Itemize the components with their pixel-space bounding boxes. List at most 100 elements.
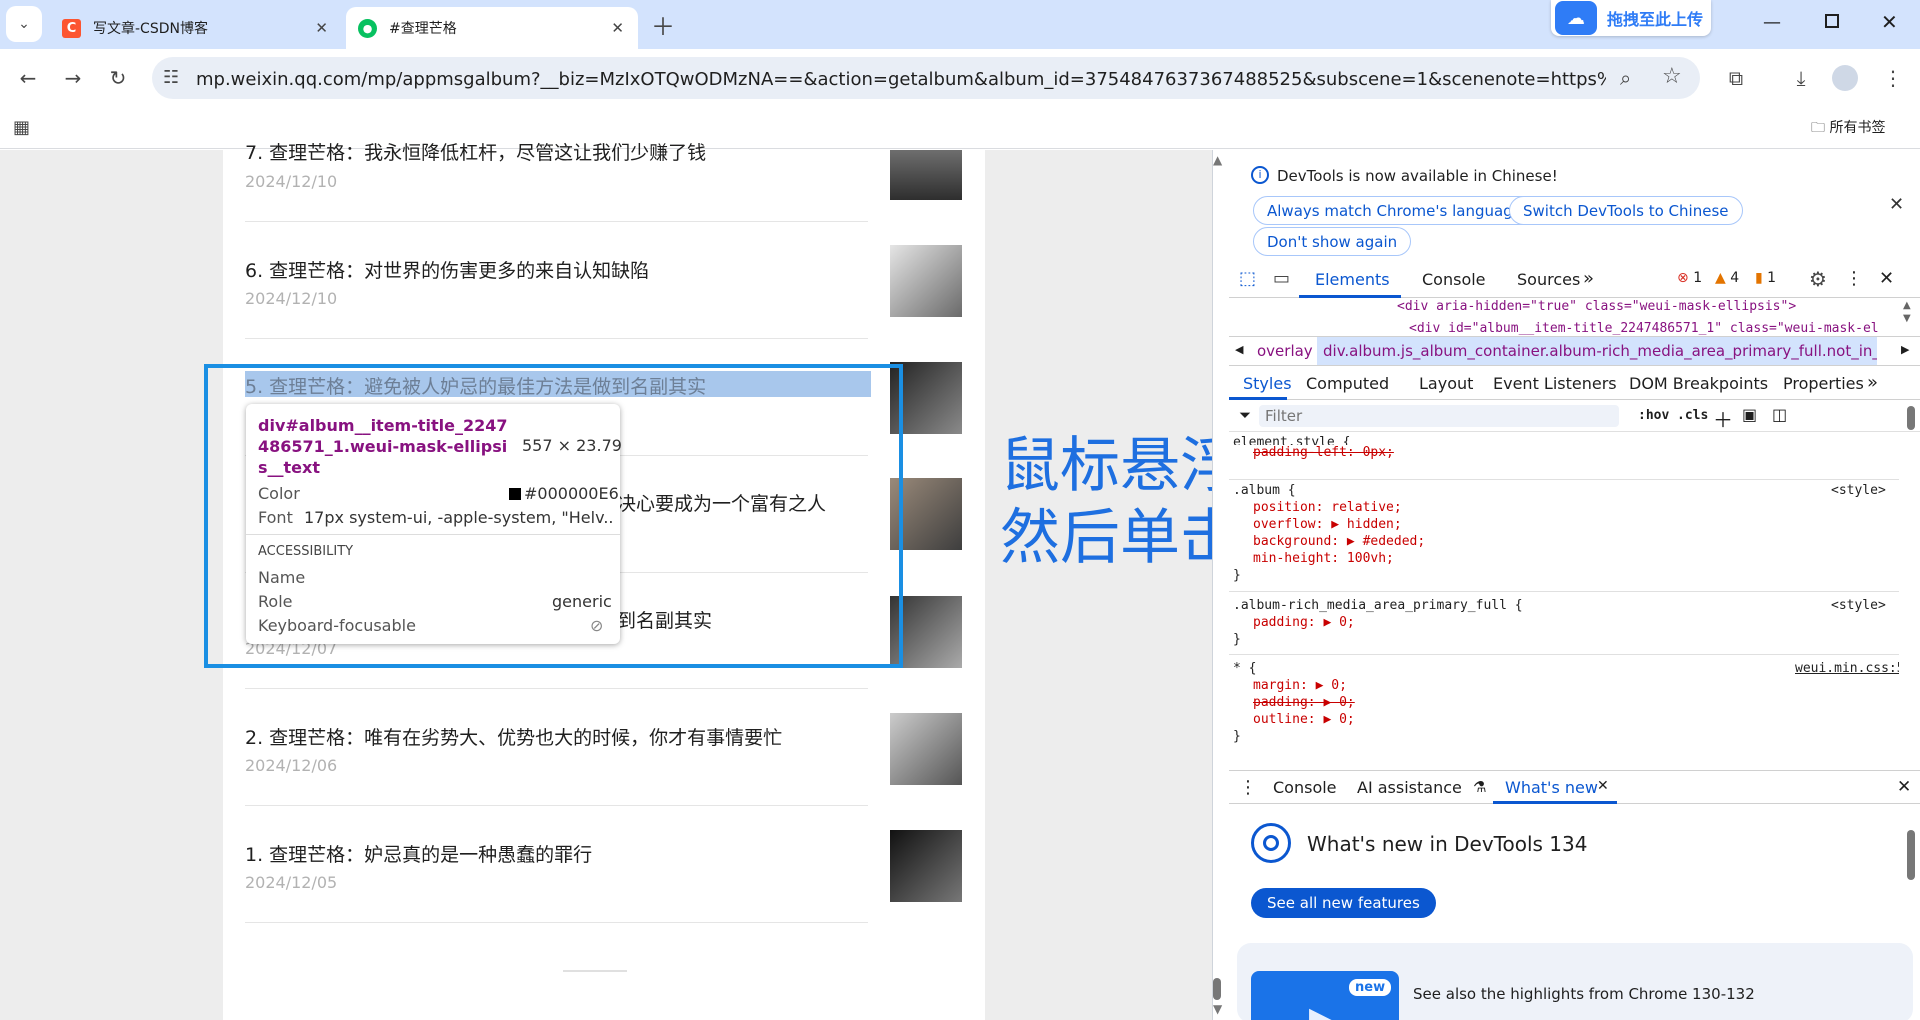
style-prop[interactable]: margin: ▶ 0;: [1253, 678, 1347, 693]
breadcrumb-current[interactable]: div.album.js_album_container.album-rich_…: [1317, 337, 1877, 365]
style-prop[interactable]: padding: ▶ 0;: [1253, 695, 1355, 710]
close-icon[interactable]: ✕: [1889, 194, 1904, 215]
close-drawer-icon[interactable]: ✕: [1897, 777, 1911, 797]
tab-console[interactable]: Console: [1422, 270, 1486, 289]
gear-icon[interactable]: ⚙: [1809, 267, 1827, 291]
tab-csdn[interactable]: C 写文章-CSDN博客 ✕: [50, 7, 342, 49]
all-bookmarks[interactable]: 🗀 所有书签: [1811, 117, 1885, 141]
article-thumbnail[interactable]: [890, 150, 962, 200]
inspect-icon[interactable]: ⬚: [1239, 268, 1256, 289]
tab-layout[interactable]: Layout: [1419, 374, 1473, 393]
restore-button[interactable]: [1825, 14, 1839, 28]
error-count[interactable]: ⊗ 1: [1677, 270, 1702, 286]
menu-button[interactable]: ⋮: [1875, 60, 1911, 96]
kebab-menu-icon[interactable]: ⋮: [1845, 268, 1863, 289]
drawer-tab-ai-assistance[interactable]: AI assistance: [1357, 778, 1462, 797]
tab-styles[interactable]: Styles: [1229, 366, 1292, 400]
style-prop[interactable]: padding-left: 0px;: [1253, 445, 1394, 460]
rule-source[interactable]: <style>: [1831, 483, 1886, 498]
page-scrollbar[interactable]: [1213, 978, 1221, 1000]
style-prop[interactable]: padding: ▶ 0;: [1253, 615, 1355, 630]
breadcrumb-left-icon[interactable]: ◀: [1235, 343, 1243, 356]
scrollbar-up-icon[interactable]: ▲: [1213, 153, 1222, 167]
tab-properties[interactable]: Properties: [1783, 374, 1864, 393]
see-all-button[interactable]: See all new features: [1251, 888, 1436, 918]
close-icon[interactable]: ✕: [1597, 778, 1609, 794]
drawer-tab-console[interactable]: Console: [1273, 778, 1337, 797]
error-icon: ⊗: [1677, 270, 1689, 286]
article-title[interactable]: 1. 查理芒格：妒忌真的是一种愚蠢的罪行: [245, 840, 592, 867]
tab-computed[interactable]: Computed: [1306, 374, 1389, 393]
more-tabs-icon[interactable]: »: [1867, 372, 1878, 393]
drawer-tab-whats-new[interactable]: What's new ✕: [1493, 771, 1617, 804]
style-prop[interactable]: min-height: 100vh;: [1253, 551, 1394, 566]
download-button[interactable]: ⤓: [1783, 60, 1819, 96]
article-title[interactable]: 2. 查理芒格：唯有在劣势大、优势也大的时候，你才有事情要忙: [245, 723, 782, 750]
scrollbar-down-icon[interactable]: ▼: [1213, 1002, 1222, 1016]
zoom-icon[interactable]: ⌕: [1620, 66, 1631, 90]
dont-show-again-button[interactable]: Don't show again: [1253, 227, 1412, 256]
notice-text: DevTools is now available in Chinese!: [1277, 167, 1558, 185]
article-title[interactable]: 6. 查理芒格：对世界的伤害更多的来自认知缺陷: [245, 256, 649, 283]
tab-dom-breakpoints[interactable]: DOM Breakpoints: [1629, 374, 1768, 393]
cls-toggle[interactable]: .cls: [1677, 408, 1708, 423]
switch-to-chinese-button[interactable]: Switch DevTools to Chinese: [1509, 196, 1743, 225]
article-thumbnail[interactable]: [890, 245, 962, 317]
whats-new-panel: What's new in DevTools 134 See all new f…: [1229, 805, 1920, 1020]
minimize-button[interactable]: —: [1763, 12, 1781, 33]
style-prop[interactable]: position: relative;: [1253, 500, 1402, 515]
apps-icon[interactable]: ▦: [13, 117, 30, 138]
rule-source[interactable]: <style>: [1831, 598, 1886, 613]
close-icon[interactable]: ✕: [315, 19, 328, 37]
dom-scrollbar[interactable]: ▲ ▼: [1903, 299, 1911, 325]
drawer-menu-icon[interactable]: ⋮: [1239, 777, 1257, 798]
styles-tabbar: Styles Computed Layout Event Listeners D…: [1229, 366, 1920, 400]
new-rule-icon[interactable]: ＋: [1713, 404, 1733, 433]
styles-scrollbar[interactable]: [1907, 406, 1915, 430]
drawer-scrollbar[interactable]: [1907, 830, 1915, 880]
style-prop[interactable]: outline: ▶ 0;: [1253, 712, 1355, 727]
always-match-language-button[interactable]: Always match Chrome's language: [1253, 196, 1536, 225]
avatar[interactable]: [1832, 65, 1858, 91]
style-prop[interactable]: overflow: ▶ hidden;: [1253, 517, 1402, 532]
color-value: #000000E6: [524, 484, 619, 503]
sidebar-toggle-icon[interactable]: ◫: [1772, 405, 1787, 424]
new-tab-button[interactable]: ＋: [645, 6, 681, 42]
tab-search-button[interactable]: ⌄: [6, 6, 42, 42]
back-button[interactable]: ←: [10, 60, 46, 96]
dom-node-line[interactable]: <div id="album__item-title_2247486571_1"…: [1409, 321, 1897, 335]
rule-source[interactable]: weui.min.css:5: [1795, 661, 1899, 676]
device-toolbar-icon[interactable]: ▭: [1273, 268, 1290, 289]
extensions-button[interactable]: ⧉: [1718, 60, 1754, 96]
breadcrumb-overlay[interactable]: overlay: [1257, 342, 1313, 360]
dom-node-line[interactable]: <div aria-hidden="true" class="weui-mask…: [1397, 299, 1897, 314]
tab-wechat[interactable]: ● #查理芒格 ✕: [346, 7, 638, 49]
upload-badge[interactable]: ☁ 拖拽至此上传: [1551, 0, 1711, 36]
name-label: Name: [258, 568, 306, 587]
tab-sources[interactable]: Sources: [1517, 270, 1580, 289]
close-devtools-icon[interactable]: ✕: [1879, 268, 1894, 289]
url-text[interactable]: mp.weixin.qq.com/mp/appmsgalbum?__biz=Mz…: [196, 69, 1606, 90]
bookmark-star-icon[interactable]: ☆: [1662, 64, 1682, 89]
close-window-button[interactable]: ✕: [1881, 10, 1898, 34]
breadcrumb-right-icon[interactable]: ▶: [1901, 343, 1909, 356]
highlight-thumbnail: new ▶: [1251, 971, 1399, 1020]
reload-button[interactable]: ↻: [100, 60, 136, 96]
article-title[interactable]: 7. 查理芒格：我永恒降低杠杆，尽管这让我们少赚了钱: [245, 138, 706, 165]
article-thumbnail[interactable]: [890, 713, 962, 785]
article-thumbnail[interactable]: [890, 830, 962, 902]
style-prop[interactable]: background: ▶ #ededed;: [1253, 534, 1425, 549]
close-icon[interactable]: ✕: [611, 19, 624, 37]
tab-elements[interactable]: Elements: [1299, 262, 1401, 298]
highlights-card[interactable]: new ▶ See also the highlights from Chrom…: [1237, 943, 1913, 1020]
hov-toggle[interactable]: :hov: [1638, 408, 1669, 423]
issue-count[interactable]: ▮ 1: [1755, 270, 1776, 286]
forward-button[interactable]: →: [55, 60, 91, 96]
article-date: 2024/12/06: [245, 756, 338, 775]
site-info-icon[interactable]: ☷: [163, 67, 179, 88]
more-tabs-icon[interactable]: »: [1583, 268, 1594, 289]
paint-icon[interactable]: ▣: [1742, 405, 1757, 424]
styles-filter-input[interactable]: [1259, 405, 1619, 427]
warning-count[interactable]: ▲ 4: [1715, 270, 1739, 286]
tab-event-listeners[interactable]: Event Listeners: [1493, 374, 1617, 393]
